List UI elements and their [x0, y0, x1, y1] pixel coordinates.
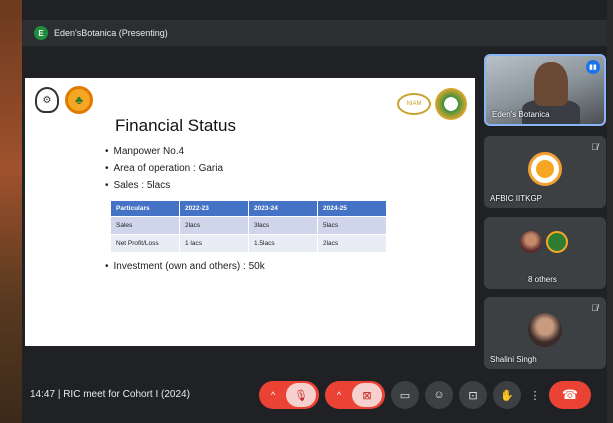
- table-cell: 1 lacs: [179, 234, 249, 253]
- presenter-avatar: E: [34, 26, 48, 40]
- camera-control[interactable]: ^ ⊠: [325, 381, 385, 409]
- presenter-label: Eden'sBotanica (Presenting): [54, 28, 168, 38]
- hangup-icon[interactable]: ☎: [549, 381, 591, 409]
- controls-group: ^ 🎙 ^ ⊠ ▭ ☺ ⊡ ✋ ⋮ ☎: [259, 381, 591, 409]
- table-cell: Sales: [110, 216, 180, 235]
- window-frame-right: [607, 0, 613, 423]
- avatar: [546, 231, 568, 253]
- speaking-indicator-icon: ▮▮: [586, 60, 600, 74]
- raise-hand-icon[interactable]: ✋: [493, 381, 521, 409]
- others-avatars: [520, 231, 568, 253]
- meeting-title: RIC meet for Cohort I (2024): [63, 389, 190, 400]
- table-header: 2024-25: [317, 200, 387, 217]
- mic-off-icon: 🎙̸: [591, 142, 598, 152]
- ric-logo-icon: ♣: [65, 86, 93, 114]
- participant-name: 8 others: [528, 275, 557, 284]
- avatar: [528, 152, 562, 186]
- anniversary-logo-icon: [435, 88, 467, 120]
- participant-name: Shalini Singh: [490, 355, 537, 364]
- niam-logo-icon: NIAM: [397, 93, 431, 115]
- table-row: Sales 2lacs 3lacs 5lacs: [110, 216, 387, 235]
- avatar: [520, 231, 542, 253]
- mic-off-icon: 🎙̸: [591, 303, 598, 313]
- participant-tile-afbic[interactable]: 🎙̸ AFBIC IITKGP: [484, 136, 606, 208]
- window-frame-left: [0, 0, 22, 423]
- slide-title: Financial Status: [115, 116, 236, 135]
- avatar: [528, 313, 562, 347]
- mic-control[interactable]: ^ 🎙: [259, 381, 319, 409]
- captions-icon[interactable]: ▭: [391, 381, 419, 409]
- slide-logos-left: ⚙ ♣: [35, 86, 93, 114]
- investment-bullet: Investment (own and others) : 50k: [105, 261, 265, 272]
- table-cell: 2lacs: [317, 234, 387, 253]
- more-vert-icon[interactable]: ⋮: [527, 381, 543, 409]
- participant-tile-edens-botanica[interactable]: ▮▮ Eden's Botanica: [484, 54, 606, 126]
- bullet-item: Sales : 5lacs: [105, 180, 223, 191]
- participant-tile-shalini-singh[interactable]: 🎙̸ Shalini Singh: [484, 297, 606, 369]
- table-cell: 2lacs: [179, 216, 249, 235]
- presenter-chip[interactable]: E Eden'sBotanica (Presenting): [34, 26, 168, 40]
- table-row: Net Profit/Loss 1 lacs 1.5lacs 2lacs: [110, 234, 387, 253]
- meeting-time: 14:47: [30, 389, 56, 400]
- mic-off-icon[interactable]: 🎙: [286, 383, 316, 407]
- financial-table: Particulars 2022-23 2023-24 2024-25 Sale…: [110, 200, 387, 253]
- participant-name: Eden's Botanica: [492, 110, 550, 119]
- chevron-up-icon[interactable]: ^: [328, 390, 350, 400]
- iit-logo-icon: ⚙: [35, 87, 59, 113]
- present-icon[interactable]: ⊡: [459, 381, 487, 409]
- video-feed-person: [534, 62, 568, 106]
- presenter-bar: E Eden'sBotanica (Presenting): [22, 20, 607, 46]
- bullet-item: Area of operation : Garia: [105, 163, 224, 174]
- table-cell: 1.5lacs: [248, 234, 318, 253]
- table-cell: 5lacs: [317, 216, 387, 235]
- meeting-controls-bar: 14:47 | RIC meet for Cohort I (2024) ^ 🎙…: [22, 376, 607, 416]
- meeting-info: 14:47 | RIC meet for Cohort I (2024): [30, 389, 190, 400]
- table-header: 2022-23: [179, 200, 249, 217]
- chevron-up-icon[interactable]: ^: [262, 390, 284, 400]
- participant-tile-others[interactable]: 8 others: [484, 217, 606, 289]
- table-header: Particulars: [110, 200, 180, 217]
- table-cell: 3lacs: [248, 216, 318, 235]
- shared-slide: ⚙ ♣ NIAM Financial Status Manpower No.4 …: [25, 78, 475, 346]
- meeting-separator: |: [57, 389, 61, 400]
- table-header-row: Particulars 2022-23 2023-24 2024-25: [110, 200, 387, 217]
- camera-off-icon[interactable]: ⊠: [352, 383, 382, 407]
- bullet-item: Manpower No.4: [105, 146, 223, 157]
- table-header: 2023-24: [248, 200, 318, 217]
- participant-name: AFBIC IITKGP: [490, 194, 543, 203]
- slide-logos-right: NIAM: [397, 88, 467, 120]
- slide-bullets: Manpower No.4 Area of operation : Garia …: [105, 146, 224, 197]
- emoji-icon[interactable]: ☺: [425, 381, 453, 409]
- table-cell: Net Profit/Loss: [110, 234, 180, 253]
